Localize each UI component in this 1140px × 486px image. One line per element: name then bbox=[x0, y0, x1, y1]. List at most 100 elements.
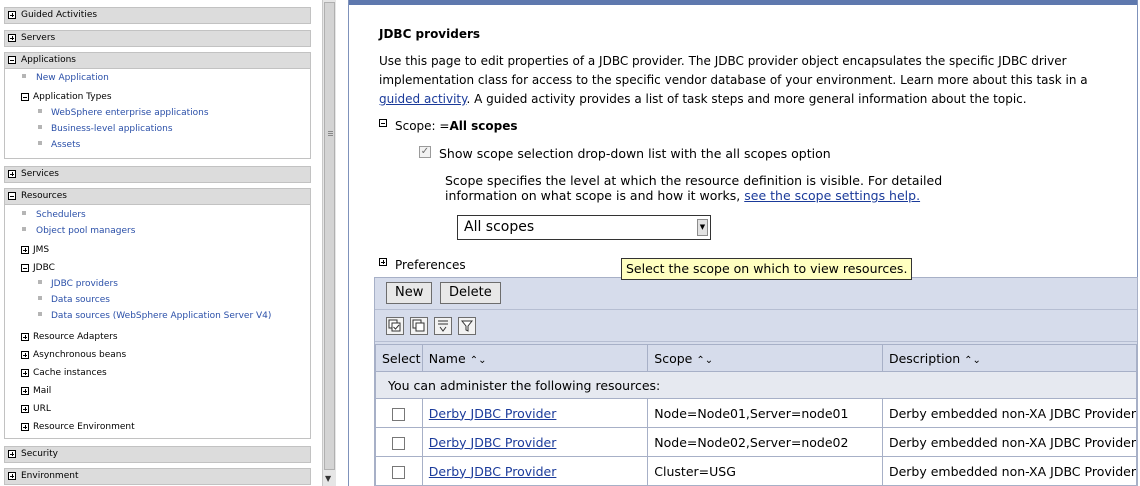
nav-link-business-level-apps[interactable]: Business-level applications bbox=[51, 123, 173, 135]
divider bbox=[375, 309, 1137, 310]
sort-icon[interactable]: ⌃⌄ bbox=[696, 355, 713, 366]
nav-section-servers[interactable]: Servers bbox=[4, 30, 311, 47]
bullet-icon bbox=[22, 74, 26, 78]
nav-item-resource-environment[interactable]: Resource Environment bbox=[33, 421, 135, 433]
scope-select[interactable]: All scopes ▼ bbox=[457, 215, 711, 240]
bullet-icon bbox=[22, 211, 26, 215]
column-header-select: Select bbox=[375, 344, 423, 372]
scope-value: All scopes bbox=[449, 119, 518, 133]
expand-icon[interactable] bbox=[21, 405, 29, 413]
nav-section-label: Services bbox=[21, 169, 59, 179]
row-checkbox[interactable] bbox=[392, 465, 406, 479]
nav-section-security[interactable]: Security bbox=[4, 446, 311, 463]
expand-icon[interactable] bbox=[21, 246, 29, 254]
preferences-expand-icon[interactable] bbox=[379, 258, 387, 266]
new-button[interactable]: New bbox=[386, 282, 433, 304]
nav-item-resource-adapters[interactable]: Resource Adapters bbox=[33, 331, 118, 343]
expand-icon[interactable] bbox=[8, 170, 16, 178]
row-select-cell bbox=[375, 456, 423, 486]
table-row: Derby JDBC Provider Node=Node01,Server=n… bbox=[375, 398, 1138, 428]
scope-settings-help-link[interactable]: see the scope settings help. bbox=[744, 188, 920, 203]
expand-icon[interactable] bbox=[8, 472, 16, 480]
deselect-all-icon[interactable] bbox=[410, 317, 428, 335]
nav-scrollbar[interactable]: ▼ bbox=[322, 0, 336, 486]
sort-icon[interactable]: ⌃⌄ bbox=[964, 355, 981, 366]
scope-select-value: All scopes bbox=[464, 219, 535, 235]
row-scope-cell: Node=Node01,Server=node01 bbox=[647, 398, 883, 428]
bullet-icon bbox=[22, 227, 26, 231]
row-select-cell bbox=[375, 427, 423, 457]
dropdown-arrow-icon[interactable]: ▼ bbox=[697, 219, 708, 236]
header-label: Select bbox=[382, 350, 421, 366]
collapse-icon[interactable] bbox=[21, 264, 29, 272]
provider-name-link[interactable]: Derby JDBC Provider bbox=[429, 406, 557, 421]
nav-link-websphere-enterprise-apps[interactable]: WebSphere enterprise applications bbox=[51, 107, 209, 119]
provider-name-link[interactable]: Derby JDBC Provider bbox=[429, 464, 557, 479]
page-title: JDBC providers bbox=[379, 27, 481, 41]
sort-icon[interactable]: ⌃⌄ bbox=[470, 355, 487, 366]
show-filter-icon[interactable] bbox=[434, 317, 452, 335]
collapse-icon[interactable] bbox=[8, 192, 16, 200]
expand-icon[interactable] bbox=[21, 423, 29, 431]
column-header-description[interactable]: Description ⌃⌄ bbox=[881, 344, 1138, 372]
clear-filter-icon[interactable] bbox=[458, 317, 476, 335]
nav-item-jms[interactable]: JMS bbox=[33, 244, 49, 256]
expand-icon[interactable] bbox=[21, 369, 29, 377]
row-description-cell: Derby embedded non-XA JDBC Provider bbox=[881, 427, 1138, 457]
page-description: Use this page to edit properties of a JD… bbox=[379, 52, 1131, 109]
provider-name-link[interactable]: Derby JDBC Provider bbox=[429, 435, 557, 450]
nav-section-label: Environment bbox=[21, 471, 79, 481]
table-info-row: You can administer the following resourc… bbox=[375, 371, 1137, 399]
nav-item-jdbc[interactable]: JDBC bbox=[33, 262, 55, 274]
collapse-icon[interactable] bbox=[8, 56, 16, 64]
nav-item-asynchronous-beans[interactable]: Asynchronous beans bbox=[33, 349, 126, 361]
expand-icon[interactable] bbox=[8, 450, 16, 458]
frame-titlebar bbox=[349, 0, 1137, 5]
scope-tooltip: Select the scope on which to view resour… bbox=[621, 258, 913, 280]
nav-section-label: Resources bbox=[21, 191, 67, 201]
delete-button[interactable]: Delete bbox=[440, 282, 501, 304]
scope-help-text: Scope specifies the level at which the r… bbox=[445, 173, 965, 203]
scrollbar-thumb[interactable] bbox=[324, 2, 335, 470]
nav-link-data-sources[interactable]: Data sources bbox=[51, 294, 110, 306]
applications-tree: New Application Application Types WebSph… bbox=[4, 69, 311, 159]
expand-icon[interactable] bbox=[21, 387, 29, 395]
nav-item-mail[interactable]: Mail bbox=[33, 385, 51, 397]
expand-icon[interactable] bbox=[21, 333, 29, 341]
scope-heading: Scope: =All scopes bbox=[395, 119, 518, 133]
row-checkbox[interactable] bbox=[392, 436, 406, 450]
nav-link-jdbc-providers[interactable]: JDBC providers bbox=[51, 278, 118, 290]
nav-link-object-pool-managers[interactable]: Object pool managers bbox=[36, 225, 135, 237]
nav-section-guided-activities[interactable]: Guided Activities bbox=[4, 7, 311, 24]
expand-icon[interactable] bbox=[8, 11, 16, 19]
divider bbox=[375, 341, 1137, 342]
bullet-icon bbox=[38, 125, 42, 129]
preferences-label[interactable]: Preferences bbox=[395, 258, 466, 272]
collapse-icon[interactable] bbox=[21, 93, 29, 101]
nav-section-resources[interactable]: Resources bbox=[4, 188, 311, 205]
expand-icon[interactable] bbox=[8, 34, 16, 42]
main-content: JDBC providers Use this page to edit pro… bbox=[336, 0, 1140, 486]
nav-section-applications[interactable]: Applications bbox=[4, 52, 311, 69]
nav-item-application-types[interactable]: Application Types bbox=[33, 91, 112, 103]
row-checkbox[interactable] bbox=[392, 407, 406, 421]
nav-item-url[interactable]: URL bbox=[33, 403, 51, 415]
nav-section-services[interactable]: Services bbox=[4, 166, 311, 183]
nav-link-data-sources-v4[interactable]: Data sources (WebSphere Application Serv… bbox=[51, 310, 271, 322]
column-header-scope[interactable]: Scope ⌃⌄ bbox=[647, 344, 883, 372]
column-header-name[interactable]: Name ⌃⌄ bbox=[421, 344, 649, 372]
scroll-down-arrow-icon[interactable]: ▼ bbox=[325, 474, 331, 484]
scope-collapse-icon[interactable] bbox=[379, 119, 387, 127]
nav-section-label: Applications bbox=[21, 55, 76, 65]
nav-link-schedulers[interactable]: Schedulers bbox=[36, 209, 86, 221]
bullet-icon bbox=[38, 312, 42, 316]
table-row: Derby JDBC Provider Node=Node02,Server=n… bbox=[375, 427, 1138, 457]
nav-section-environment[interactable]: Environment bbox=[4, 468, 311, 485]
nav-link-new-application[interactable]: New Application bbox=[36, 72, 109, 84]
select-all-icon[interactable] bbox=[386, 317, 404, 335]
show-scope-checkbox[interactable]: ✓ bbox=[419, 146, 431, 158]
expand-icon[interactable] bbox=[21, 351, 29, 359]
nav-item-cache-instances[interactable]: Cache instances bbox=[33, 367, 107, 379]
guided-activity-link[interactable]: guided activity bbox=[379, 92, 467, 106]
nav-link-assets[interactable]: Assets bbox=[51, 139, 80, 151]
